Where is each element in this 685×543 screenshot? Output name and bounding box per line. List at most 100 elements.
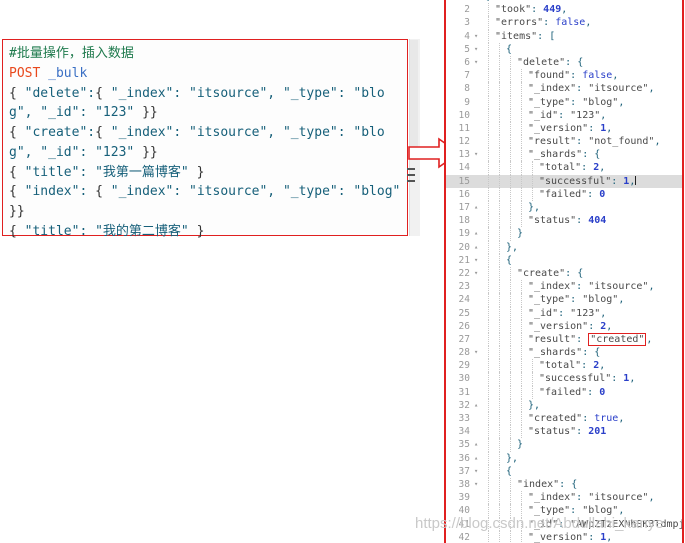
response-line[interactable]: 11 "_version": 1, [446, 121, 682, 136]
fold-toggle-icon[interactable]: ▴ [474, 438, 481, 451]
request-line: #批量操作，插入数据 [9, 46, 134, 61]
response-line[interactable]: 5 ▾ { [446, 42, 682, 56]
response-line-text: "_type": "blog", [528, 96, 625, 108]
fold-toggle-icon[interactable]: ▴ [474, 452, 481, 465]
response-line-text: { [506, 43, 513, 55]
line-number: 37 [458, 465, 470, 477]
line-number: 35 [458, 439, 470, 451]
line-number: 38 [458, 478, 470, 490]
line-number: 6 [464, 56, 470, 68]
response-line[interactable]: 14 "total": 2, [446, 161, 682, 175]
response-line[interactable]: 21 ▾ { [446, 253, 682, 267]
response-line-text: "_index": "itsource", [528, 83, 655, 95]
response-line[interactable]: 6 ▾ "delete": { [446, 55, 682, 70]
response-line[interactable]: 10 "_id": "123", [446, 108, 682, 122]
response-line-text: "errors": false, [495, 17, 592, 29]
response-line[interactable]: 36 ▴}, [446, 451, 682, 465]
line-number: 17 [458, 202, 470, 213]
response-line-text: "_type": "blog", [528, 294, 625, 306]
response-line[interactable]: 28 ▾ "_shards": { [446, 346, 682, 360]
response-line[interactable]: 17 ▴}, [446, 201, 682, 215]
response-line-text: "failed": 0 [539, 188, 606, 200]
line-number: 30 [458, 373, 470, 385]
fold-toggle-icon[interactable]: ▾ [474, 478, 481, 491]
response-line-text: "delete": { [517, 56, 584, 68]
response-line[interactable]: 19 ▴} [446, 227, 682, 241]
response-line-text: }, [506, 241, 519, 253]
response-line[interactable]: 41 "_id": "AWpZTzEXNhSK3TdmpjAI", [446, 517, 682, 531]
fold-toggle-icon[interactable]: ▾ [474, 346, 481, 359]
response-line[interactable]: 27 "result": "created", [446, 332, 682, 347]
response-line-text: "_shards": { [528, 149, 601, 161]
fold-toggle-icon[interactable]: ▾ [474, 30, 481, 43]
response-line-text: "_version": 1, [528, 122, 613, 134]
response-line[interactable]: 23 "_index": "itsource", [446, 280, 682, 294]
response-line[interactable]: 29 "total": 2, [446, 359, 682, 373]
response-code-rows: 1{2"took": 449,3"errors": false,4▾"items… [446, 0, 682, 543]
request-line: { "title": "我第一篇博客" } [9, 164, 205, 180]
line-number: 26 [458, 320, 470, 332]
fold-toggle-icon[interactable]: ▴ [474, 399, 481, 412]
response-line[interactable]: 35 ▴} [446, 438, 682, 452]
response-line-text: }, [528, 399, 541, 411]
response-line-text: "_version": 1, [528, 531, 613, 543]
response-line[interactable]: 30 "successful": 1, [446, 372, 682, 386]
response-line[interactable]: 24 "_type": "blog", [446, 293, 682, 307]
response-line[interactable]: 31 "failed": 0 [446, 385, 682, 399]
request-code[interactable]: #批量操作，插入数据 POST _bulk { "delete":{ "_index… [3, 40, 407, 242]
response-line[interactable]: 34 "status": 201 [446, 425, 682, 439]
response-line-text: "took": 449, [495, 4, 568, 16]
response-line[interactable]: 16 "failed": 0 [446, 187, 682, 201]
response-line-text: "successful": 1, [539, 175, 637, 187]
response-line-text: "index": { [517, 478, 578, 490]
response-line[interactable]: 18 "status": 404 [446, 214, 682, 228]
response-viewer-panel[interactable]: 1{2"took": 449,3"errors": false,4▾"items… [444, 0, 684, 543]
response-line-text: "_index": "itsource", [528, 281, 655, 293]
fold-toggle-icon[interactable]: ▾ [474, 43, 481, 56]
fold-toggle-icon[interactable]: ▴ [474, 227, 481, 240]
response-line[interactable]: 20 ▴}, [446, 240, 682, 254]
response-line[interactable]: 9 "_type": "blog", [446, 95, 682, 109]
fold-toggle-icon[interactable]: ▴ [474, 201, 481, 214]
response-line[interactable]: 38 ▾ "index": { [446, 477, 682, 492]
line-number: 20 [458, 241, 470, 253]
response-line[interactable]: 39 "_index": "itsource", [446, 491, 682, 505]
response-line-text: "found": false, [528, 70, 619, 82]
response-line[interactable]: 42 "_version": 1, [446, 530, 682, 543]
line-number: 33 [458, 413, 470, 424]
drag-handle-icon[interactable] [407, 168, 415, 182]
fold-toggle-icon[interactable]: ▾ [474, 148, 481, 161]
line-number: 42 [458, 531, 470, 543]
request-line: { "create":{ "_index": "itsource", "_typ… [9, 125, 385, 160]
fold-toggle-icon[interactable]: ▾ [474, 56, 481, 69]
response-line[interactable]: 33 "created": true, [446, 412, 682, 426]
response-line[interactable]: 15 "successful": 1, [446, 174, 682, 188]
response-line[interactable]: 32 ▴}, [446, 398, 682, 412]
fold-toggle-icon[interactable]: ▾ [474, 465, 481, 478]
response-line[interactable]: 7 "found": false, [446, 69, 682, 83]
response-line[interactable]: 2 "took": 449, [446, 3, 682, 17]
response-line[interactable]: 26 "_version": 2, [446, 319, 682, 333]
highlight-box: "created" [588, 332, 647, 346]
fold-toggle-icon[interactable]: ▾ [474, 254, 481, 267]
response-line[interactable]: 3 "errors": false, [446, 16, 682, 30]
request-editor-panel[interactable]: #批量操作，插入数据 POST _bulk { "delete":{ "_index… [2, 39, 408, 239]
request-line: { "title": "我的第二博客" } [9, 223, 205, 239]
response-line[interactable]: 4 ▾ "items": [ [446, 29, 682, 43]
response-line[interactable]: 40 "_type": "blog", [446, 504, 682, 518]
line-number: 9 [464, 96, 470, 108]
response-line[interactable]: 22 ▾ "create": { [446, 266, 682, 281]
response-line[interactable]: 13 ▾ "_shards": { [446, 148, 682, 162]
response-line[interactable]: 12 "result": "not_found", [446, 135, 682, 149]
request-line: POST _bulk [9, 65, 88, 81]
response-line-text: "create": { [517, 267, 584, 279]
response-line[interactable]: 37 ▾ { [446, 464, 682, 478]
response-line-text: "_id": "123", [528, 109, 607, 121]
response-line[interactable]: 25 "_id": "123", [446, 306, 682, 320]
response-line-text: { [506, 465, 513, 477]
line-number: 13 [458, 149, 470, 161]
response-line-text: } [517, 439, 524, 451]
fold-toggle-icon[interactable]: ▾ [474, 267, 481, 280]
fold-toggle-icon[interactable]: ▴ [474, 241, 481, 254]
response-line[interactable]: 8 "_index": "itsource", [446, 82, 682, 96]
